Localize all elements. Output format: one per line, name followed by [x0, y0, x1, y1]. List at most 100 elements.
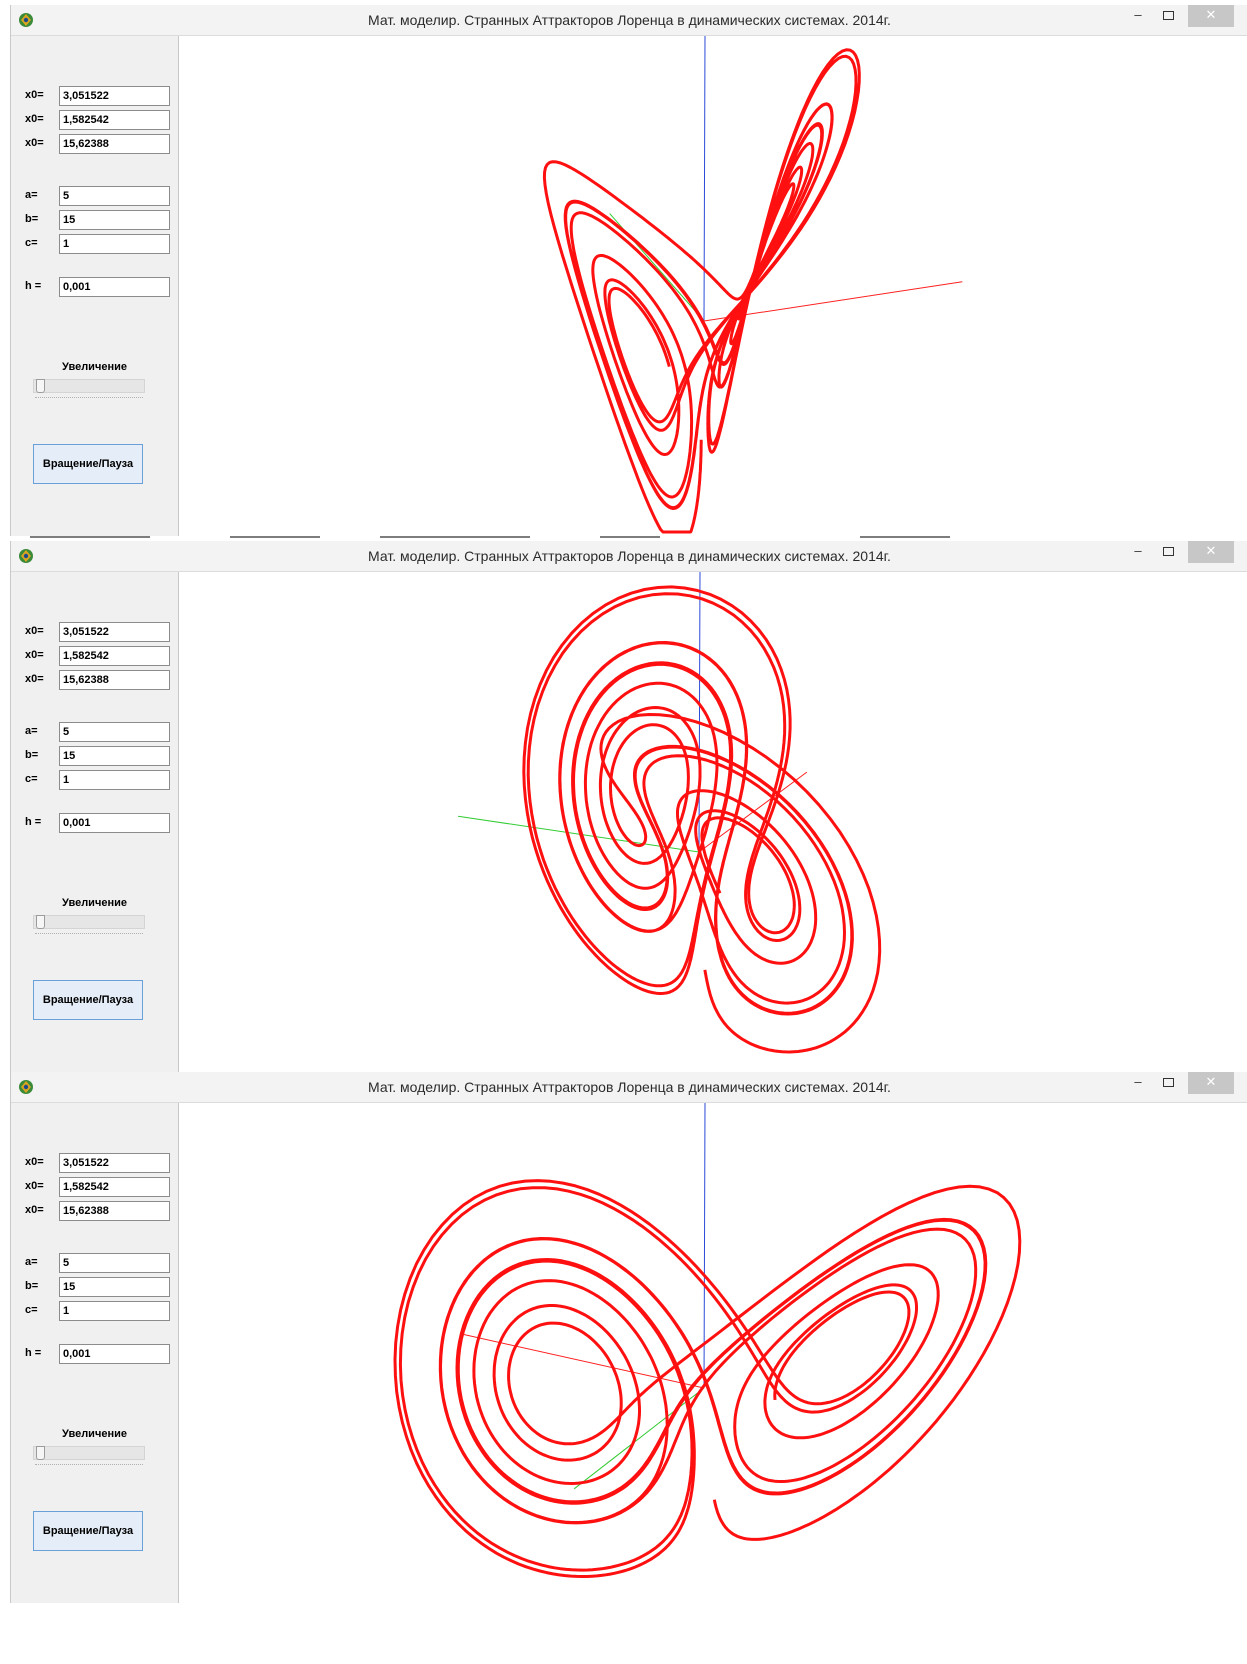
title-bar[interactable]: Мат. моделир. Странных Аттракторов Лорен…: [11, 541, 1247, 572]
param-label: x0=: [25, 89, 44, 101]
param-label: c=: [25, 237, 38, 249]
rotate-pause-button[interactable]: Вращение/Пауза: [33, 1511, 143, 1551]
param-input[interactable]: 15,62388: [59, 670, 170, 690]
close-button[interactable]: ✕: [1188, 541, 1234, 563]
maximize-button[interactable]: [1154, 541, 1182, 563]
minimize-button[interactable]: –: [1124, 541, 1152, 563]
zoom-slider-ticks: [35, 397, 143, 400]
param-input[interactable]: 1,582542: [59, 646, 170, 666]
minimize-icon: –: [1134, 1074, 1142, 1089]
param-label: x0=: [25, 137, 44, 149]
app-window: Мат. моделир. Странных Аттракторов Лорен…: [10, 541, 1247, 1072]
param-input[interactable]: 3,051522: [59, 622, 170, 642]
param-row: h = 0,001: [25, 1344, 175, 1364]
param-input[interactable]: 3,051522: [59, 1153, 170, 1173]
attractor-plot: [393, 1103, 1022, 1578]
param-row: x0= 3,051522: [25, 622, 175, 642]
param-row: a= 5: [25, 186, 175, 206]
param-input[interactable]: 1,582542: [59, 110, 170, 130]
attractor-plot: [457, 572, 882, 1054]
zoom-slider-thumb[interactable]: [36, 379, 45, 393]
lorenz-trajectory: [393, 1179, 1022, 1578]
param-input[interactable]: 1: [59, 1301, 170, 1321]
param-input[interactable]: 15,62388: [59, 134, 170, 154]
attractor-canvas[interactable]: [179, 1103, 1247, 1603]
param-input[interactable]: 1: [59, 770, 170, 790]
zoom-slider[interactable]: [33, 915, 145, 929]
zoom-slider-ticks: [35, 1464, 143, 1467]
param-row: c= 1: [25, 234, 175, 254]
param-label: h =: [25, 1347, 42, 1359]
param-label: a=: [25, 725, 38, 737]
zoom-slider[interactable]: [33, 1446, 145, 1460]
param-label: x0=: [25, 1156, 44, 1168]
lorenz-trajectory: [542, 48, 861, 534]
maximize-button[interactable]: [1154, 1072, 1182, 1094]
minimize-button[interactable]: –: [1124, 1072, 1152, 1094]
close-icon: ✕: [1205, 1074, 1217, 1089]
zoom-slider-ticks: [35, 933, 143, 936]
control-panel: x0= 3,051522 x0= 1,582542 x0= 15,62388 a= 5 b= 15…: [11, 36, 179, 536]
app-window: Мат. моделир. Странных Аттракторов Лорен…: [10, 5, 1247, 536]
maximize-button[interactable]: [1154, 5, 1182, 27]
param-row: x0= 1,582542: [25, 1177, 175, 1197]
title-bar[interactable]: Мат. моделир. Странных Аттракторов Лорен…: [11, 5, 1247, 36]
zoom-slider[interactable]: [33, 379, 145, 393]
minimize-icon: –: [1134, 543, 1142, 558]
z-axis: [703, 36, 706, 322]
param-row: b= 15: [25, 210, 175, 230]
param-input[interactable]: 15: [59, 746, 170, 766]
param-label: b=: [25, 1280, 39, 1292]
param-input[interactable]: 0,001: [59, 277, 170, 297]
param-label: x0=: [25, 1204, 44, 1216]
window-title: Мат. моделир. Странных Аттракторов Лорен…: [368, 12, 891, 28]
param-input[interactable]: 3,051522: [59, 86, 170, 106]
param-input[interactable]: 5: [59, 1253, 170, 1273]
param-label: b=: [25, 749, 39, 761]
param-label: x0=: [25, 113, 44, 125]
param-input[interactable]: 0,001: [59, 1344, 170, 1364]
attractor-canvas[interactable]: [179, 572, 1247, 1072]
param-row: a= 5: [25, 722, 175, 742]
param-input[interactable]: 1: [59, 234, 170, 254]
param-row: x0= 1,582542: [25, 646, 175, 666]
title-bar[interactable]: Мат. моделир. Странных Аттракторов Лорен…: [11, 1072, 1247, 1103]
rotate-pause-button[interactable]: Вращение/Пауза: [33, 444, 143, 484]
param-input[interactable]: 15: [59, 210, 170, 230]
param-input[interactable]: 0,001: [59, 813, 170, 833]
maximize-icon: [1162, 1078, 1174, 1087]
param-input[interactable]: 1,582542: [59, 1177, 170, 1197]
app-window: Мат. моделир. Странных Аттракторов Лорен…: [10, 1072, 1247, 1603]
zoom-slider-thumb[interactable]: [36, 915, 45, 929]
zoom-slider-thumb[interactable]: [36, 1446, 45, 1460]
param-input[interactable]: 5: [59, 186, 170, 206]
param-row: x0= 3,051522: [25, 1153, 175, 1173]
param-label: b=: [25, 213, 39, 225]
minimize-button[interactable]: –: [1124, 5, 1152, 27]
close-button[interactable]: ✕: [1188, 5, 1234, 27]
param-input[interactable]: 15,62388: [59, 1201, 170, 1221]
param-row: x0= 15,62388: [25, 1201, 175, 1221]
param-row: a= 5: [25, 1253, 175, 1273]
attractor-canvas[interactable]: [179, 36, 1247, 536]
param-row: b= 15: [25, 1277, 175, 1297]
param-row: c= 1: [25, 1301, 175, 1321]
param-label: a=: [25, 189, 38, 201]
param-row: b= 15: [25, 746, 175, 766]
attractor-plot: [542, 36, 963, 534]
param-row: h = 0,001: [25, 277, 175, 297]
param-label: x0=: [25, 1180, 44, 1192]
param-input[interactable]: 15: [59, 1277, 170, 1297]
maximize-icon: [1162, 547, 1174, 556]
close-button[interactable]: ✕: [1188, 1072, 1234, 1094]
param-row: x0= 15,62388: [25, 670, 175, 690]
param-row: c= 1: [25, 770, 175, 790]
param-label: h =: [25, 280, 42, 292]
rotate-pause-button[interactable]: Вращение/Пауза: [33, 980, 143, 1020]
param-row: h = 0,001: [25, 813, 175, 833]
lorenz-trajectory: [522, 585, 882, 1054]
minimize-icon: –: [1134, 7, 1142, 22]
param-input[interactable]: 5: [59, 722, 170, 742]
window-title: Мат. моделир. Странных Аттракторов Лорен…: [368, 1079, 891, 1095]
param-label: x0=: [25, 625, 44, 637]
